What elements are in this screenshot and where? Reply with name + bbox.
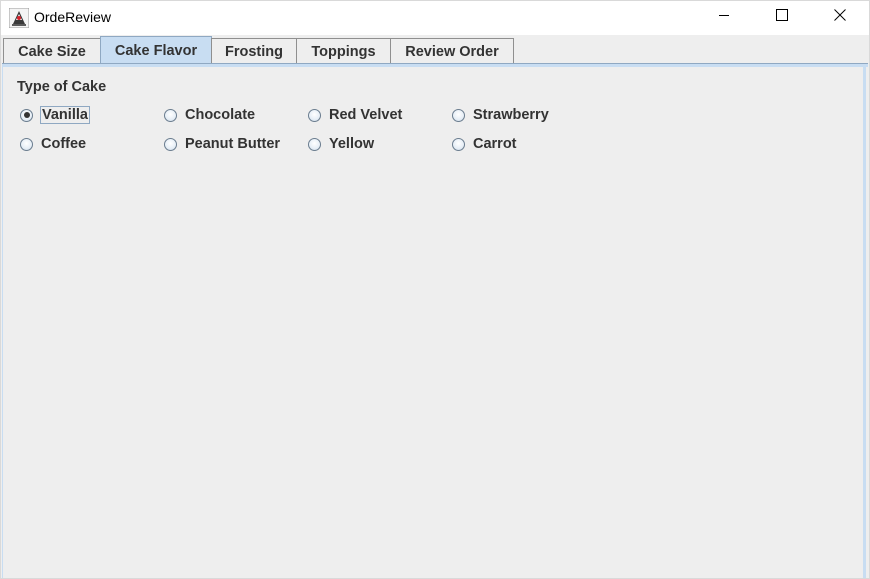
cake-flavor-panel: Type of Cake Vanilla Chocolate Red Velve… xyxy=(2,67,866,578)
window-title: OrdeReview xyxy=(34,9,112,25)
radio-peanut-butter[interactable]: Peanut Butter xyxy=(164,134,280,154)
radio-button[interactable] xyxy=(452,137,465,151)
radio-label: Carrot xyxy=(473,136,517,152)
maximize-button[interactable] xyxy=(759,1,805,33)
radio-yellow[interactable]: Yellow xyxy=(308,134,374,154)
radio-strawberry[interactable]: Strawberry xyxy=(452,105,549,125)
tab-review-order[interactable]: Review Order xyxy=(390,38,514,64)
tab-cake-flavor[interactable]: Cake Flavor xyxy=(100,36,212,65)
maximize-icon xyxy=(776,8,788,26)
tab-toppings[interactable]: Toppings xyxy=(296,38,391,64)
radio-button[interactable] xyxy=(164,137,177,151)
radio-label: Chocolate xyxy=(185,107,256,123)
tab-cake-size[interactable]: Cake Size xyxy=(3,38,101,64)
radio-carrot[interactable]: Carrot xyxy=(452,134,517,154)
title-bar: OrdeReview xyxy=(1,1,869,35)
close-button[interactable] xyxy=(817,1,863,33)
radio-button-checked[interactable] xyxy=(20,108,33,122)
java-duke-icon xyxy=(8,7,30,29)
tab-strip: Cake Size Cake Flavor Frosting Toppings … xyxy=(1,35,869,65)
radio-chocolate[interactable]: Chocolate xyxy=(164,105,255,125)
radio-button[interactable] xyxy=(308,108,321,122)
radio-label: Strawberry xyxy=(473,107,549,123)
radio-red-velvet[interactable]: Red Velvet xyxy=(308,105,402,125)
radio-coffee[interactable]: Coffee xyxy=(20,134,86,154)
radio-label: Vanilla xyxy=(40,106,90,124)
radio-label: Red Velvet xyxy=(329,107,403,123)
radio-button[interactable] xyxy=(164,108,177,122)
tab-frosting[interactable]: Frosting xyxy=(211,38,297,64)
minimize-icon xyxy=(718,8,730,26)
radio-button[interactable] xyxy=(452,108,465,122)
radio-label: Yellow xyxy=(329,136,375,152)
radio-button[interactable] xyxy=(308,137,321,151)
radio-vanilla[interactable]: Vanilla xyxy=(20,105,90,125)
radio-label: Coffee xyxy=(41,136,87,152)
radio-button[interactable] xyxy=(20,137,33,151)
radio-label: Peanut Butter xyxy=(185,136,281,152)
close-icon xyxy=(834,8,846,26)
app-window: OrdeReview Cake Size Cake Flavor Frostin… xyxy=(0,0,870,579)
group-title: Type of Cake xyxy=(17,79,107,95)
minimize-button[interactable] xyxy=(701,1,747,33)
